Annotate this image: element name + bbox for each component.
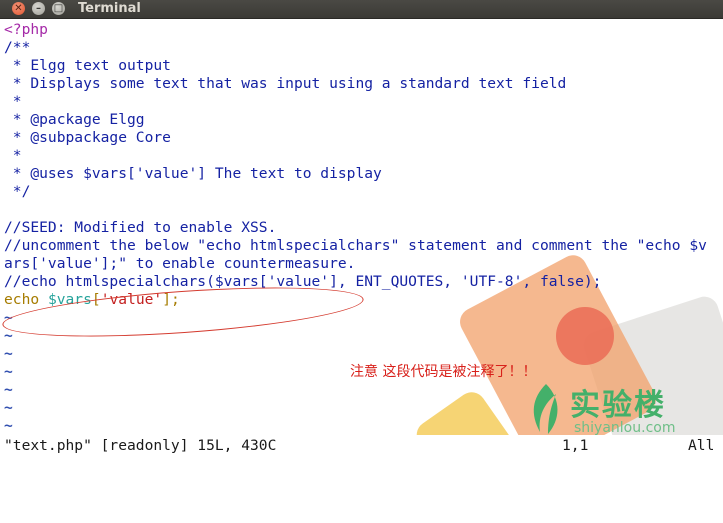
minimize-button[interactable]: –	[32, 2, 45, 15]
code-line: *	[4, 93, 22, 110]
close-button[interactable]: ✕	[12, 2, 25, 15]
code-line: * @subpackage Core	[4, 129, 171, 146]
window-titlebar: ✕ – □ Terminal	[0, 0, 723, 19]
code-line: ars['value'];" to enable countermeasure.	[4, 255, 356, 272]
status-file-info: "text.php" [readonly] 15L, 430C	[4, 437, 277, 454]
code-line: * @package Elgg	[4, 111, 145, 128]
status-cursor-position: 1,1	[562, 437, 589, 454]
empty-line-tilde: ~	[4, 381, 13, 398]
code-line: //SEED: Modified to enable XSS.	[4, 219, 277, 236]
vim-editor[interactable]: 实验楼 shiyanlou.com <?php/** * Elgg text o…	[0, 21, 723, 435]
empty-line-tilde: ~	[4, 399, 13, 416]
window-title: Terminal	[78, 1, 141, 16]
status-scroll: All	[688, 437, 715, 454]
empty-line-tilde: ~	[4, 417, 13, 434]
vim-status-line: "text.php" [readonly] 15L, 430C 1,1 All	[0, 435, 723, 457]
code-line: * Elgg text output	[4, 57, 171, 74]
code-line: /**	[4, 39, 31, 56]
code-line: */	[4, 183, 31, 200]
code-line: *	[4, 147, 22, 164]
code-line: //uncomment the below "echo htmlspecialc…	[4, 237, 707, 254]
code-line: //echo htmlspecialchars($vars['value'], …	[4, 273, 602, 290]
code-line: * @uses $vars['value'] The text to displ…	[4, 165, 382, 182]
code-line: * Displays some text that was input usin…	[4, 75, 567, 92]
maximize-button[interactable]: □	[52, 2, 65, 15]
code-line: <?php	[4, 21, 48, 38]
annotation-note: 注意 这段代码是被注释了！！	[350, 364, 537, 380]
